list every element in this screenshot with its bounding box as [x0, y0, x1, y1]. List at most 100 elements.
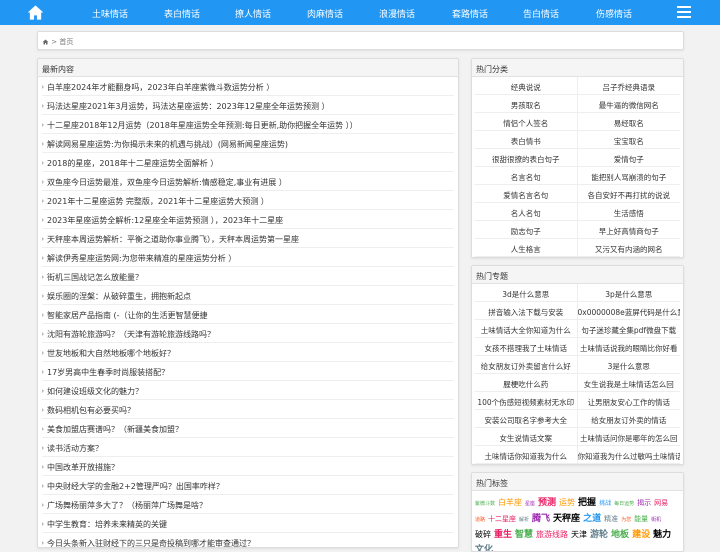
category-link[interactable]: 名人名句 [475, 203, 578, 221]
list-item[interactable]: 美食加盟店赛谱吗？（新疆美食加盟？ [42, 419, 454, 438]
category-link[interactable]: 表白情书 [475, 131, 578, 149]
category-link[interactable]: 男孩取名 [475, 95, 578, 113]
nav-link-gaobai[interactable]: 告白情话 [523, 7, 559, 20]
topic-link[interactable]: 句子迷珍藏全集pdf微盘下载 [577, 320, 680, 338]
tag-link[interactable]: 魅力 [653, 529, 671, 541]
tag-link[interactable]: 能量 [634, 513, 648, 525]
category-link[interactable]: 宝宝取名 [577, 131, 680, 149]
list-item[interactable]: 白羊座2024年才能翻身吗，2023年白羊座紫微斗数运势分析 ） [42, 77, 454, 96]
tag-link[interactable]: 天秤座 [553, 513, 580, 525]
category-link[interactable]: 情侣个人签名 [475, 113, 578, 131]
tag-link[interactable]: 紫微斗数 [475, 498, 495, 510]
tag-link[interactable]: 十二星座 [488, 513, 516, 525]
category-link[interactable]: 很甜很撩的表白句子 [475, 149, 578, 167]
topic-link[interactable]: 拼音输入法下载与安装 [475, 302, 578, 320]
category-link[interactable]: 励志句子 [475, 221, 578, 239]
tag-link[interactable]: 文化 [475, 544, 493, 551]
tag-link[interactable]: 精准 [604, 513, 618, 525]
tag-link[interactable]: 白羊座 [498, 497, 522, 509]
topic-link[interactable]: 土味情话说我的眼睛比你好看 [577, 338, 680, 356]
topic-link[interactable]: 你知道我为什么过敏吗土味情话 [577, 446, 680, 464]
list-item[interactable]: 天秤座本周运势解析：平衡之道助你事业腾飞），天秤本周运势第一星座 [42, 229, 454, 248]
list-item[interactable]: 数码相机包有必要买吗？ [42, 400, 454, 419]
category-link[interactable]: 最牛逼的微信网名 [577, 95, 680, 113]
tag-link[interactable]: 重生 [494, 529, 512, 541]
list-item[interactable]: 双鱼座今日运势最准，双鱼座今日运势解析:情感稳定,事业有进展 ） [42, 172, 454, 191]
category-link[interactable]: 爱情句子 [577, 149, 680, 167]
list-item[interactable]: 读书活动方案？ [42, 438, 454, 457]
category-link[interactable]: 人生格言 [475, 239, 578, 257]
tag-link[interactable]: 天津 [571, 529, 587, 541]
category-link[interactable]: 又污又有内涵的网名 [577, 239, 680, 257]
list-item[interactable]: 2023年星座运势全解析:12星座全年运势预测 ），2023年十二星座 [42, 210, 454, 229]
list-item[interactable]: 2018的星座，2018年十二星座运势全面解析 ） [42, 153, 454, 172]
list-item[interactable]: 玛法达星座2021年3月运势，玛法达星座运势：2023年12星座全年运势预测 ） [42, 96, 454, 115]
tag-link[interactable]: 腾飞 [532, 513, 550, 525]
list-item[interactable]: 解读网易星座运势:为你揭示未来的机遇与挑战）(网易新闻星座运势) [42, 134, 454, 153]
category-link[interactable]: 吕子乔经典语录 [577, 77, 680, 95]
home-icon[interactable] [27, 4, 44, 21]
topic-link[interactable]: 女生说情话文案 [475, 428, 578, 446]
nav-link-biaobai[interactable]: 表白情话 [164, 7, 200, 20]
list-item[interactable]: 十二星座2018年12月运势（2018年星座运势全年预测:每日更新,助你把握全年… [42, 115, 454, 134]
category-link[interactable]: 名言名句 [475, 167, 578, 185]
tag-link[interactable]: 道路 [475, 514, 485, 526]
category-link[interactable]: 经典说说 [475, 77, 578, 95]
menu-icon[interactable] [677, 6, 691, 19]
tag-link[interactable]: 破碎 [475, 529, 491, 541]
topic-link[interactable]: 3是什么意思 [577, 356, 680, 374]
category-link[interactable]: 各自安好不再打扰的说说 [577, 185, 680, 203]
list-item[interactable]: 中学生教育：培养未来精英的关键 [42, 514, 454, 533]
category-link[interactable]: 爱情名言名句 [475, 185, 578, 203]
topic-link[interactable]: 100个伤感短视频素材无水印 [475, 392, 578, 410]
nav-link-liaoren[interactable]: 撩人情话 [235, 7, 271, 20]
list-item[interactable]: 智能家居产品指南 (-（让你的生活更智慧便捷 [42, 305, 454, 324]
tag-link[interactable]: 解析 [519, 514, 529, 526]
list-item[interactable]: 街机三国战记怎么放能量？ [42, 267, 454, 286]
list-item[interactable]: 沈阳有游轮旅游吗？（天津有游轮旅游线路吗？ [42, 324, 454, 343]
tag-link[interactable]: 把握 [578, 497, 596, 509]
tag-link[interactable]: 星座 [525, 498, 535, 510]
tag-link[interactable]: 智慧 [515, 529, 533, 541]
topic-link[interactable]: 女孩不搭理我了土味情话 [475, 338, 578, 356]
topic-link[interactable]: 土味情话你知道我为什么 [475, 446, 578, 464]
category-link[interactable]: 易经取名 [577, 113, 680, 131]
tag-link[interactable]: 街机 [651, 514, 661, 526]
category-link[interactable]: 能把别人骂崩溃的句子 [577, 167, 680, 185]
category-link[interactable]: 早上好高情商句子 [577, 221, 680, 239]
tag-link[interactable]: 为您 [621, 514, 631, 526]
topic-link[interactable]: 土味情话大全你知道为什么 [475, 320, 578, 338]
list-item[interactable]: 解读伊秀星座运势网:为您带来精准的星座运势分析 ） [42, 248, 454, 267]
list-item[interactable]: 17岁男高中生春季时尚服装搭配？ [42, 362, 454, 381]
tag-link[interactable]: 游轮 [590, 529, 608, 541]
breadcrumb-home[interactable]: 首页 [59, 38, 73, 46]
topic-link[interactable]: 腥梗吃什么药 [475, 374, 578, 392]
topic-link[interactable]: 女生说我是土味情话怎么回 [577, 374, 680, 392]
topic-link[interactable]: 让男朋友安心工作的情话 [577, 392, 680, 410]
nav-link-roumá[interactable]: 肉麻情话 [307, 7, 343, 20]
list-item[interactable]: 广场舞杨丽萍多大了？（杨丽萍广场舞是啥？ [42, 495, 454, 514]
list-item[interactable]: 今日头条新入驻财经下的三只是奇投稿到哪才能审查通过？ [42, 533, 454, 547]
list-item[interactable]: 如何建设班级文化的魅力？ [42, 381, 454, 400]
tag-link[interactable]: 网易 [654, 497, 668, 509]
home-icon[interactable] [42, 39, 49, 45]
list-item[interactable]: 世友地板和大自然地板哪个地板好？ [42, 343, 454, 362]
tag-link[interactable]: 之道 [583, 513, 601, 525]
topic-link[interactable]: 给女朋友订外卖的情话 [577, 410, 680, 428]
topic-link[interactable]: 给女朋友订外卖留言什么好 [475, 356, 578, 374]
list-item[interactable]: 中央财经大学的金融2+2管理严吗？出国率咋样？ [42, 476, 454, 495]
tag-link[interactable]: 建设 [632, 529, 650, 541]
nav-link-shanggan[interactable]: 伤感情话 [596, 7, 632, 20]
tag-link[interactable]: 旅游线路 [536, 529, 568, 541]
topic-link[interactable]: 安装公司取名字参考大全 [475, 410, 578, 428]
tag-link[interactable]: 揭示 [637, 497, 651, 509]
tag-link[interactable]: 预测 [538, 497, 556, 509]
category-link[interactable]: 生活感悟 [577, 203, 680, 221]
tag-link[interactable]: 地板 [611, 529, 629, 541]
nav-link-taolu[interactable]: 套路情话 [452, 7, 488, 20]
tag-link[interactable]: 运势 [559, 497, 575, 509]
topic-link[interactable]: 3d是什么意思 [475, 284, 578, 302]
tag-link[interactable]: 每日运势 [614, 498, 634, 510]
list-item[interactable]: 2021年十二星座运势 完整版，2021年十二星座运势大预测 ） [42, 191, 454, 210]
topic-link[interactable]: 0x0000008e蓝屏代码是什么意思 [577, 302, 680, 320]
